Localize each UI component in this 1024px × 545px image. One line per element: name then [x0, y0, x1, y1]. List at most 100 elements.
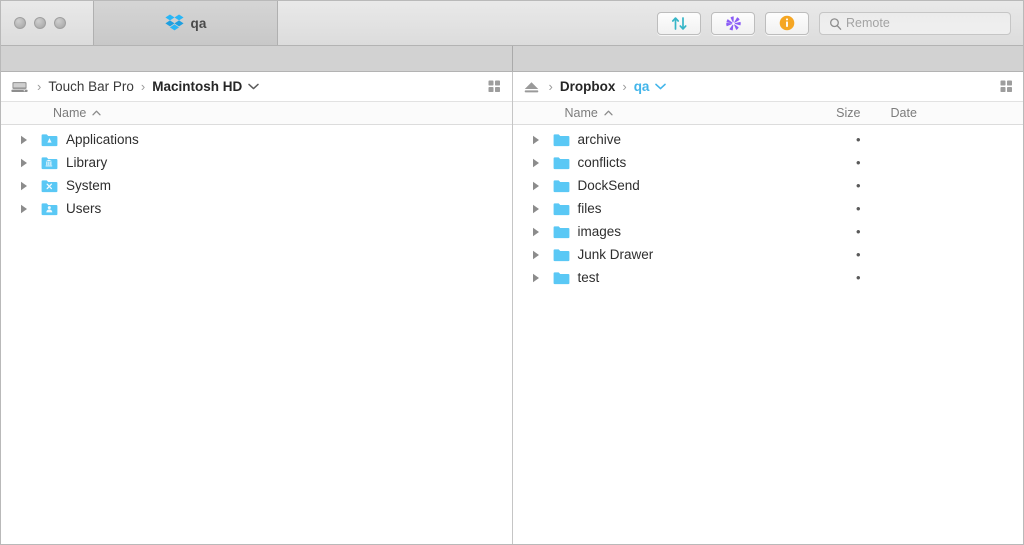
- table-row[interactable]: images •: [513, 220, 1024, 243]
- breadcrumb-left: › Touch Bar Pro › Macintosh HD: [1, 72, 512, 101]
- disclosure-triangle-icon[interactable]: [513, 250, 547, 260]
- column-header-name-label: Name: [53, 106, 86, 120]
- close-button[interactable]: [14, 17, 26, 29]
- disclosure-triangle-icon[interactable]: [513, 181, 547, 191]
- pane-right: › Dropbox › qa: [513, 72, 1024, 544]
- table-row[interactable]: test •: [513, 266, 1024, 289]
- zoom-button[interactable]: [54, 17, 66, 29]
- file-size: •: [811, 224, 861, 239]
- file-name: Applications: [66, 132, 139, 147]
- traffic-lights: [1, 1, 93, 45]
- breadcrumb-crumb-macintosh-hd[interactable]: Macintosh HD: [152, 79, 242, 94]
- breadcrumb-right: › Dropbox › qa: [513, 72, 1024, 101]
- file-name: DockSend: [578, 178, 640, 193]
- disclosure-triangle-icon[interactable]: [1, 181, 35, 191]
- search-field[interactable]: Remote: [819, 12, 1011, 35]
- column-headers-left: Name: [1, 101, 512, 125]
- file-size: •: [811, 155, 861, 170]
- file-name: images: [578, 224, 622, 239]
- breadcrumb-crumb-qa[interactable]: qa: [634, 79, 650, 94]
- file-name: Library: [66, 155, 107, 170]
- breadcrumb-separator: ›: [134, 80, 152, 93]
- column-header-size[interactable]: Size: [811, 106, 861, 120]
- tab-strip: qa: [93, 1, 278, 45]
- disclosure-triangle-icon[interactable]: [513, 273, 547, 283]
- system-folder-icon: [41, 179, 58, 193]
- sort-ascending-icon: [92, 110, 101, 116]
- table-row[interactable]: System: [1, 174, 512, 197]
- breadcrumb-separator: ›: [542, 80, 560, 93]
- minimize-button[interactable]: [34, 17, 46, 29]
- panes-container: › Touch Bar Pro › Macintosh HD: [1, 72, 1023, 544]
- column-header-name-label: Name: [565, 106, 598, 120]
- folder-icon: [553, 133, 570, 147]
- disclosure-triangle-icon[interactable]: [513, 158, 547, 168]
- tab-qa[interactable]: qa: [93, 1, 278, 45]
- table-row[interactable]: Applications: [1, 128, 512, 151]
- left-pane-strip: [1, 46, 513, 71]
- table-row[interactable]: Library: [1, 151, 512, 174]
- sync-button[interactable]: [711, 12, 755, 35]
- table-row[interactable]: Junk Drawer •: [513, 243, 1024, 266]
- eject-drive-icon[interactable]: [523, 80, 540, 94]
- grid-view-icon[interactable]: [997, 78, 1015, 96]
- disclosure-triangle-icon[interactable]: [1, 135, 35, 145]
- column-header-name[interactable]: Name: [1, 106, 101, 120]
- library-folder-icon: [41, 156, 58, 170]
- disclosure-triangle-icon[interactable]: [513, 135, 547, 145]
- title-bar: qa: [1, 1, 1023, 46]
- file-name: files: [578, 201, 602, 216]
- breadcrumb-separator: ›: [615, 80, 633, 93]
- breadcrumb-separator: ›: [30, 80, 48, 93]
- search-input-placeholder[interactable]: Remote: [846, 16, 890, 30]
- disclosure-triangle-icon[interactable]: [1, 204, 35, 214]
- disclosure-triangle-icon[interactable]: [1, 158, 35, 168]
- search-icon: [829, 17, 842, 36]
- file-list-right[interactable]: archive • conflicts •: [513, 125, 1024, 544]
- file-name: Junk Drawer: [578, 247, 654, 262]
- chevron-down-icon[interactable]: [655, 83, 666, 90]
- column-headers-right: Name Size Date: [513, 101, 1024, 125]
- breadcrumb-crumb-touch-bar-pro[interactable]: Touch Bar Pro: [48, 79, 134, 94]
- users-folder-icon: [41, 202, 58, 216]
- table-row[interactable]: conflicts •: [513, 151, 1024, 174]
- disclosure-triangle-icon[interactable]: [513, 227, 547, 237]
- folder-icon: [553, 202, 570, 216]
- grid-view-icon[interactable]: [486, 78, 504, 96]
- transfers-button[interactable]: [657, 12, 701, 35]
- info-circle-icon: [779, 15, 795, 31]
- up-down-arrows-icon: [671, 16, 688, 31]
- applications-folder-icon: [41, 133, 58, 147]
- info-button[interactable]: [765, 12, 809, 35]
- column-header-date[interactable]: Date: [891, 106, 951, 120]
- table-row[interactable]: files •: [513, 197, 1024, 220]
- pane-left: › Touch Bar Pro › Macintosh HD: [1, 72, 513, 544]
- table-row[interactable]: DockSend •: [513, 174, 1024, 197]
- folder-icon: [553, 179, 570, 193]
- folder-icon: [553, 271, 570, 285]
- breadcrumb-crumb-dropbox[interactable]: Dropbox: [560, 79, 616, 94]
- file-manager-window: qa: [0, 0, 1024, 545]
- column-header-name[interactable]: Name: [513, 106, 613, 120]
- pane-divider-strip: [1, 46, 1023, 72]
- file-size: •: [811, 201, 861, 216]
- file-size: •: [811, 247, 861, 262]
- file-size: •: [811, 178, 861, 193]
- file-name: archive: [578, 132, 622, 147]
- table-row[interactable]: Users: [1, 197, 512, 220]
- dropbox-icon: [165, 14, 184, 32]
- hard-drive-icon[interactable]: [11, 80, 28, 94]
- chevron-down-icon[interactable]: [248, 83, 259, 90]
- file-name: test: [578, 270, 600, 285]
- file-size: •: [811, 270, 861, 285]
- file-name: Users: [66, 201, 101, 216]
- folder-icon: [553, 156, 570, 170]
- tab-label: qa: [191, 16, 207, 31]
- disclosure-triangle-icon[interactable]: [513, 204, 547, 214]
- file-list-left[interactable]: Applications: [1, 125, 512, 544]
- file-name: System: [66, 178, 111, 193]
- pinwheel-icon: [725, 15, 742, 32]
- table-row[interactable]: archive •: [513, 128, 1024, 151]
- file-name: conflicts: [578, 155, 627, 170]
- toolbar-actions: Remote: [657, 1, 1023, 45]
